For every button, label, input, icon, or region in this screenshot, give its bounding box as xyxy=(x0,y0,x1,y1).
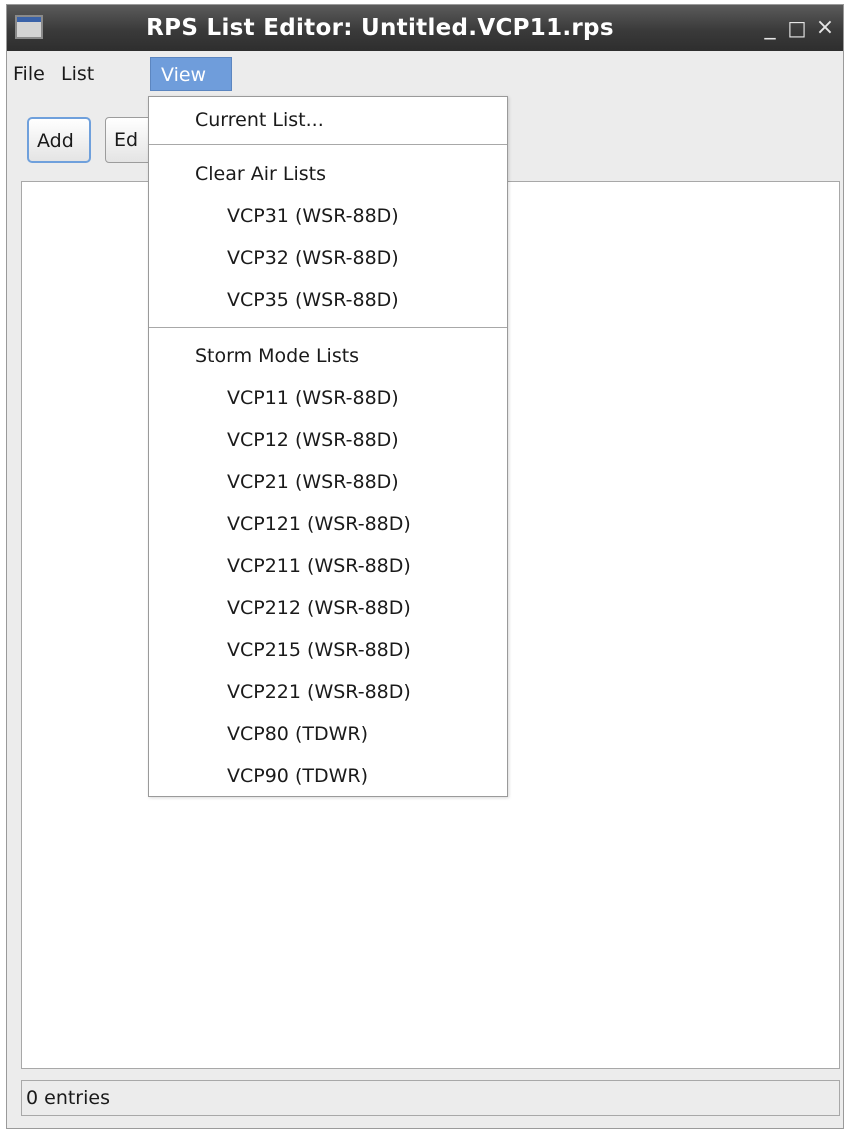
menu-separator xyxy=(149,144,507,145)
menu-separator xyxy=(149,327,507,328)
menu-heading-storm-mode-lists: Storm Mode Lists xyxy=(195,345,360,367)
window-title: RPS List Editor: Untitled.VCP11.rps xyxy=(146,15,614,41)
menu-item-vcp32[interactable]: VCP32 (WSR-88D) xyxy=(149,237,507,279)
menu-item-vcp11[interactable]: VCP11 (WSR-88D) xyxy=(149,377,507,419)
menu-file[interactable]: File xyxy=(7,57,51,91)
status-bar: 0 entries xyxy=(21,1080,840,1116)
menu-heading-clear-air-lists: Clear Air Lists xyxy=(195,163,326,185)
menu-item-vcp21[interactable]: VCP21 (WSR-88D) xyxy=(149,461,507,503)
add-button[interactable]: Add xyxy=(27,117,91,163)
close-icon[interactable]: × xyxy=(812,15,838,41)
menu-item-vcp215[interactable]: VCP215 (WSR-88D) xyxy=(149,629,507,671)
menu-list[interactable]: List xyxy=(55,57,100,91)
menu-item-vcp31[interactable]: VCP31 (WSR-88D) xyxy=(149,195,507,237)
menu-item-vcp35[interactable]: VCP35 (WSR-88D) xyxy=(149,279,507,321)
menu-item-vcp90[interactable]: VCP90 (TDWR) xyxy=(149,755,507,797)
title-bar[interactable]: RPS List Editor: Untitled.VCP11.rps _ □ … xyxy=(7,5,843,51)
menu-item-current-list[interactable]: Current List... xyxy=(149,99,507,141)
menu-item-vcp221[interactable]: VCP221 (WSR-88D) xyxy=(149,671,507,713)
maximize-icon[interactable]: □ xyxy=(784,15,810,41)
minimize-icon[interactable]: _ xyxy=(757,15,783,41)
menu-item-vcp211[interactable]: VCP211 (WSR-88D) xyxy=(149,545,507,587)
menu-item-vcp121[interactable]: VCP121 (WSR-88D) xyxy=(149,503,507,545)
menu-bar: File List View xyxy=(7,51,843,95)
menu-item-vcp212[interactable]: VCP212 (WSR-88D) xyxy=(149,587,507,629)
window-icon xyxy=(15,15,43,39)
menu-view[interactable]: View xyxy=(150,57,232,91)
menu-item-vcp12[interactable]: VCP12 (WSR-88D) xyxy=(149,419,507,461)
view-menu-dropdown: Current List... Clear Air Lists VCP31 (W… xyxy=(148,96,508,797)
menu-item-vcp80[interactable]: VCP80 (TDWR) xyxy=(149,713,507,755)
